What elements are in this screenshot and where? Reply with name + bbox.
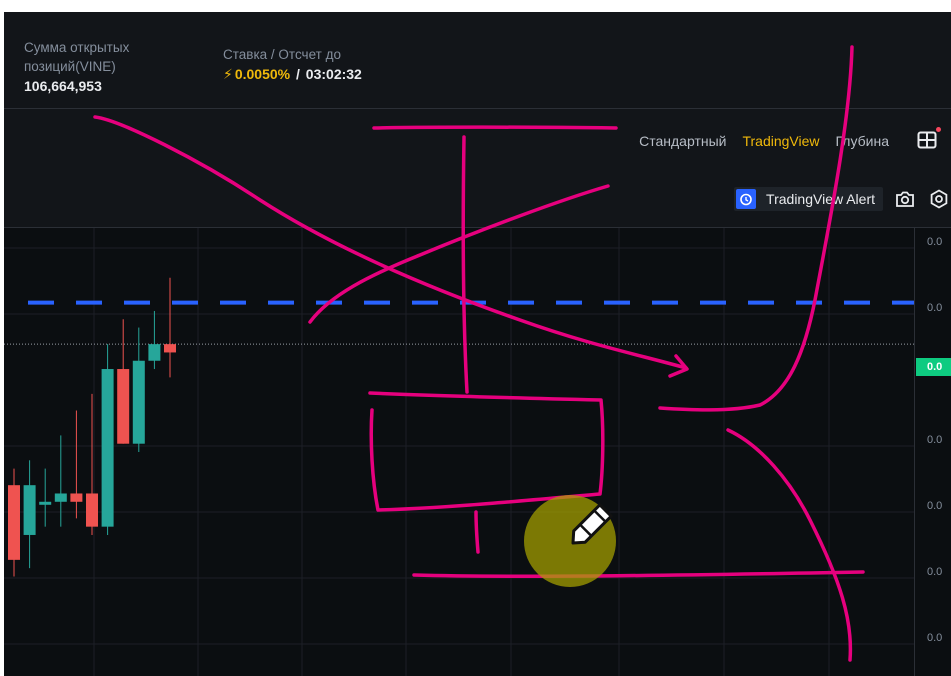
candlestick-chart[interactable] <box>4 228 914 676</box>
current-price-tag: 0.0 <box>916 358 951 376</box>
open-interest-stat: Сумма открытых позиций(VINE) 106,664,953 <box>24 38 174 96</box>
funding-label: Ставка / Отсчет до <box>223 47 341 62</box>
chart-view-tabs: Стандартный TradingView Глубина <box>639 127 951 151</box>
funding-separator: / <box>292 66 304 82</box>
price-axis[interactable]: 0.0 0.0 0.0 0.0 0.0 0.0 0.0 <box>914 228 951 676</box>
tradingview-alert-label: TradingView Alert <box>766 191 875 207</box>
settings-icon[interactable] <box>927 187 951 211</box>
candle-body[interactable] <box>8 485 20 560</box>
tab-tradingview[interactable]: TradingView <box>742 133 819 149</box>
candle-body[interactable] <box>23 485 36 535</box>
tab-depth[interactable]: Глубина <box>836 133 889 149</box>
candle-body[interactable] <box>164 344 176 353</box>
contract-stats-bar: Сумма открытых позиций(VINE) 106,664,953… <box>4 12 951 109</box>
chart-toolbar: Стандартный TradingView Глубина TradingV… <box>4 109 951 228</box>
alarm-clock-icon <box>736 189 757 209</box>
price-axis-label: 0.0 <box>927 302 943 314</box>
funding-rate: 0.0050% <box>234 66 291 82</box>
candle-body[interactable] <box>117 369 130 444</box>
candle-body[interactable] <box>148 344 161 361</box>
price-axis-label: 0.0 <box>927 632 943 644</box>
camera-icon[interactable] <box>893 187 917 211</box>
candle-body[interactable] <box>39 501 52 505</box>
trading-screen: Сумма открытых позиций(VINE) 106,664,953… <box>4 12 951 676</box>
grid-layout-icon[interactable] <box>917 127 941 151</box>
price-axis-label: 0.0 <box>927 434 943 446</box>
open-interest-value: 106,664,953 <box>24 78 102 94</box>
price-axis-label: 0.0 <box>927 236 943 248</box>
chart-tools: TradingView Alert <box>734 187 951 211</box>
open-interest-label: Сумма открытых позиций(VINE) <box>24 40 130 74</box>
funding-value: ⚡ 0.0050% / 03:02:32 <box>223 64 362 84</box>
price-axis-label: 0.0 <box>927 566 943 578</box>
candle-body[interactable] <box>86 493 98 527</box>
tradingview-alert-button[interactable]: TradingView Alert <box>734 187 883 211</box>
notification-dot <box>936 127 941 132</box>
candle-body[interactable] <box>132 360 145 444</box>
candle-body[interactable] <box>54 493 67 502</box>
candle-body[interactable] <box>70 493 83 502</box>
tab-standard[interactable]: Стандартный <box>639 133 726 149</box>
price-chart[interactable]: 0.0 0.0 0.0 0.0 0.0 0.0 0.0 <box>4 228 951 676</box>
funding-stat: Ставка / Отсчет до ⚡ 0.0050% / 03:02:32 <box>223 45 362 84</box>
lightning-icon: ⚡ <box>223 66 233 82</box>
candle-body[interactable] <box>101 369 114 527</box>
funding-countdown: 03:02:32 <box>305 66 362 82</box>
price-axis-label: 0.0 <box>927 500 943 512</box>
